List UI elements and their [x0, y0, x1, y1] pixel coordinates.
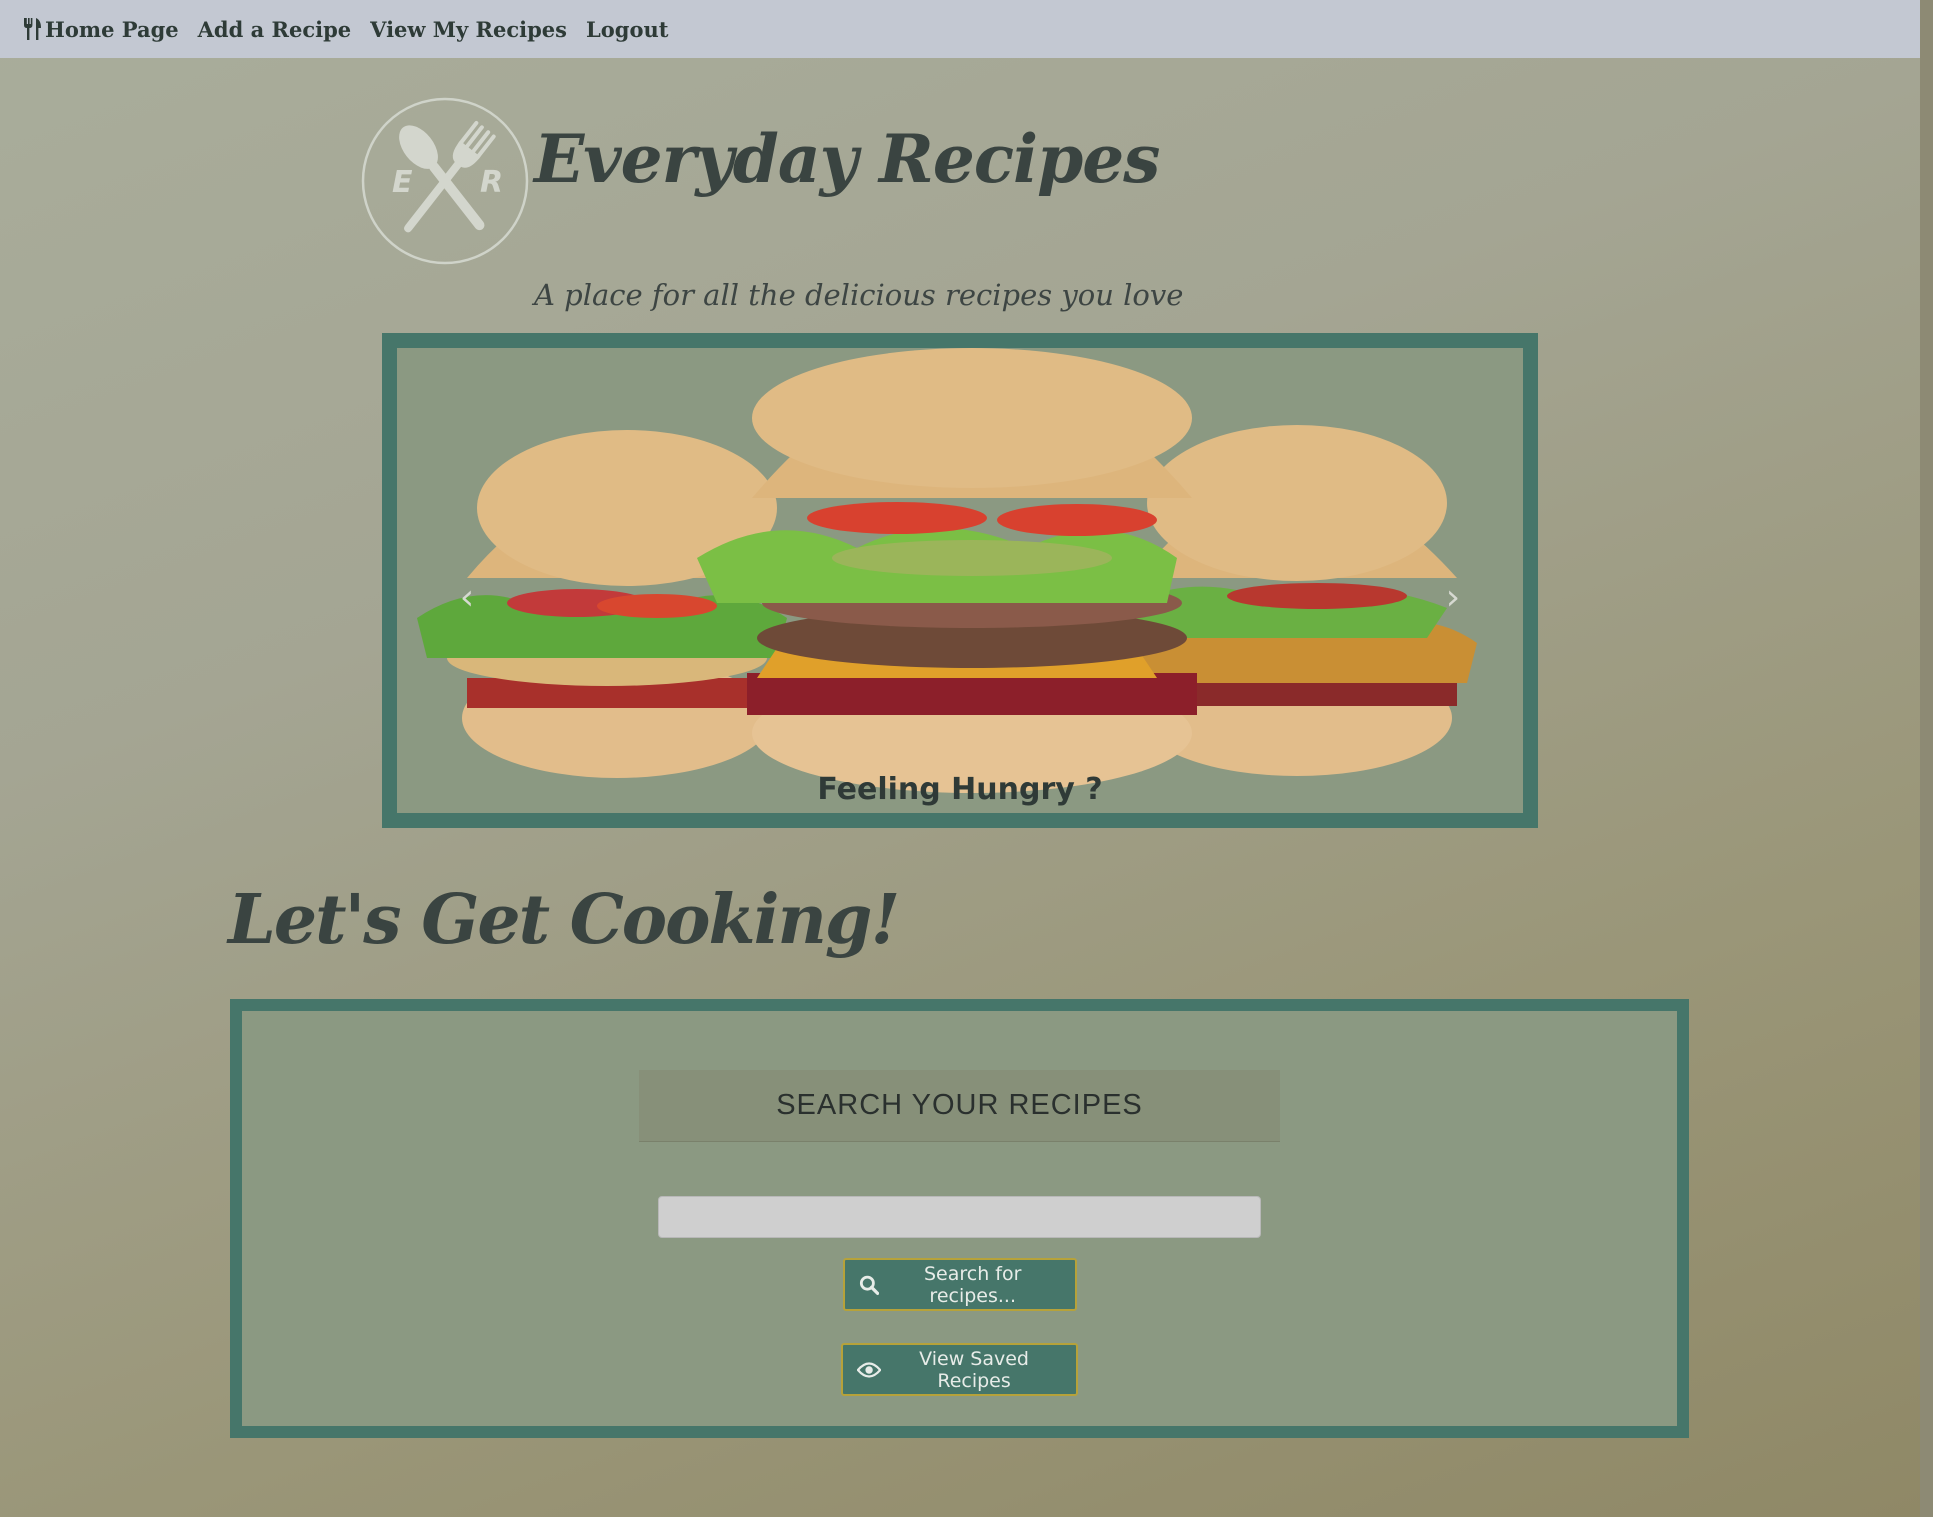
- saved-button-label: View Saved Recipes: [919, 1347, 1029, 1392]
- eye-icon: [857, 1361, 882, 1378]
- carousel-caption: Feeling Hungry ?: [817, 772, 1103, 807]
- search-panel: SEARCH YOUR RECIPES Search for recipes..…: [230, 999, 1689, 1438]
- search-button-label: Search for recipes...: [923, 1262, 1022, 1307]
- site-logo[interactable]: E R: [360, 96, 530, 266]
- view-saved-recipes-button[interactable]: View Saved Recipes: [841, 1343, 1078, 1396]
- search-button[interactable]: Search for recipes...: [843, 1258, 1077, 1311]
- burgers-image: [417, 348, 1477, 793]
- section-heading: Let's Get Cooking!: [228, 880, 900, 960]
- search-input[interactable]: [658, 1196, 1261, 1238]
- search-header: SEARCH YOUR RECIPES: [639, 1070, 1280, 1142]
- hero-carousel[interactable]: ‹ › Feeling Hungry ?: [382, 333, 1538, 828]
- nav-add-recipe[interactable]: Add a Recipe: [198, 17, 352, 42]
- center-burger: [697, 348, 1197, 793]
- logo-letter-e: E: [392, 165, 413, 200]
- scrollbar[interactable]: [1920, 0, 1933, 1517]
- site-title: Everyday Recipes: [534, 120, 1160, 198]
- nav-home-page[interactable]: Home Page: [22, 17, 179, 42]
- top-navbar: Home Page Add a Recipe View My Recipes L…: [0, 0, 1920, 58]
- search-icon: [859, 1275, 880, 1295]
- utensils-icon: [24, 18, 41, 40]
- carousel-prev-icon[interactable]: ‹: [452, 578, 482, 618]
- logo-letter-r: R: [480, 165, 503, 200]
- site-tagline: A place for all the delicious recipes yo…: [534, 278, 1184, 312]
- nav-view-my-recipes[interactable]: View My Recipes: [370, 17, 567, 42]
- nav-logout[interactable]: Logout: [586, 17, 668, 42]
- spoon-fork-crossed-icon: E R: [361, 97, 529, 265]
- carousel-next-icon[interactable]: ›: [1438, 578, 1468, 618]
- nav-home-label: Home Page: [45, 16, 179, 42]
